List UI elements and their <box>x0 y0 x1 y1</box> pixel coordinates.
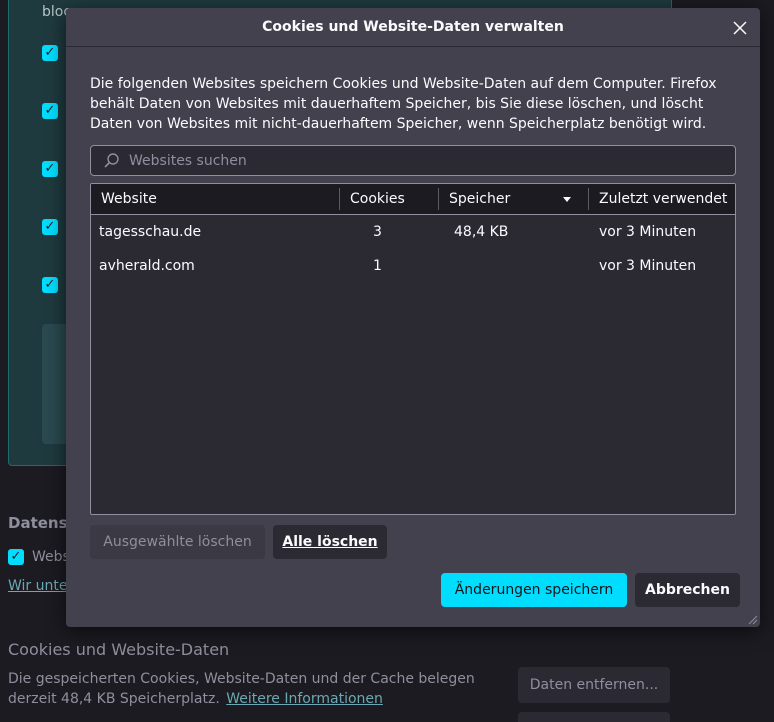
checkbox-checked-icon[interactable]: ✓ <box>42 45 58 61</box>
resize-grip-icon[interactable] <box>746 613 758 625</box>
save-changes-button[interactable]: Änderungen speichern <box>441 573 627 607</box>
remove-selected-button[interactable]: Ausgewählte löschen <box>90 525 265 559</box>
sites-table: Website Cookies Speicher Zuletzt verwend… <box>90 183 736 515</box>
checkbox-checked-icon[interactable]: ✓ <box>8 549 24 565</box>
cancel-button[interactable]: Abbrechen <box>635 573 740 607</box>
cell-last-used: vor 3 Minuten <box>599 224 697 240</box>
sort-descending-icon <box>563 197 571 202</box>
remove-all-button[interactable]: Alle löschen <box>273 525 387 559</box>
cookies-section-heading: Cookies und Website-Daten <box>8 640 230 659</box>
search-icon <box>104 153 119 168</box>
dialog-description: Die folgenden Websites speichern Cookies… <box>90 76 717 132</box>
cell-website: avherald.com <box>99 258 195 274</box>
table-row[interactable]: tagesschau.de 3 48,4 KB vor 3 Minuten <box>91 215 735 249</box>
cell-last-used: vor 3 Minuten <box>599 258 697 274</box>
column-header-website[interactable]: Website <box>91 184 339 214</box>
dialog-title: Cookies und Website-Daten verwalten <box>262 19 564 35</box>
checkbox-checked-icon[interactable]: ✓ <box>42 103 58 119</box>
table-header: Website Cookies Speicher Zuletzt verwend… <box>91 184 735 215</box>
cell-storage: 48,4 KB <box>454 224 509 240</box>
checkbox-label: Webs <box>32 549 70 565</box>
more-info-link[interactable]: Weitere Informationen <box>226 691 383 707</box>
cookies-usage-text-line1: Die gespeicherten Cookies, Website-Daten… <box>8 671 475 687</box>
close-button[interactable] <box>726 14 754 42</box>
remove-data-button[interactable]: Daten entfernen... <box>518 667 670 703</box>
column-header-storage[interactable]: Speicher <box>438 188 588 210</box>
column-header-storage-label: Speicher <box>449 191 511 207</box>
close-icon <box>733 21 747 35</box>
checkbox-checked-icon[interactable]: ✓ <box>42 161 58 177</box>
dialog-header: Cookies und Website-Daten verwalten <box>66 8 760 47</box>
cell-cookies: 1 <box>373 258 382 274</box>
column-header-last-used[interactable]: Zuletzt verwendet <box>588 188 735 210</box>
background-link[interactable]: Wir unte <box>8 578 67 594</box>
checkbox-checked-icon[interactable]: ✓ <box>42 219 58 235</box>
search-field[interactable] <box>90 145 736 176</box>
column-header-cookies[interactable]: Cookies <box>339 188 438 210</box>
cell-website: tagesschau.de <box>99 224 202 240</box>
manage-cookies-dialog: Cookies und Website-Daten verwalten Die … <box>66 8 760 627</box>
cookies-usage-text-line2: derzeit 48,4 KB Speicherplatz. Weitere I… <box>8 691 383 707</box>
search-input[interactable] <box>129 146 727 175</box>
settings-button-partial[interactable] <box>518 712 670 722</box>
checkbox-checked-icon[interactable]: ✓ <box>42 277 58 293</box>
table-row[interactable]: avherald.com 1 vor 3 Minuten <box>91 249 735 283</box>
cell-cookies: 3 <box>373 224 382 240</box>
